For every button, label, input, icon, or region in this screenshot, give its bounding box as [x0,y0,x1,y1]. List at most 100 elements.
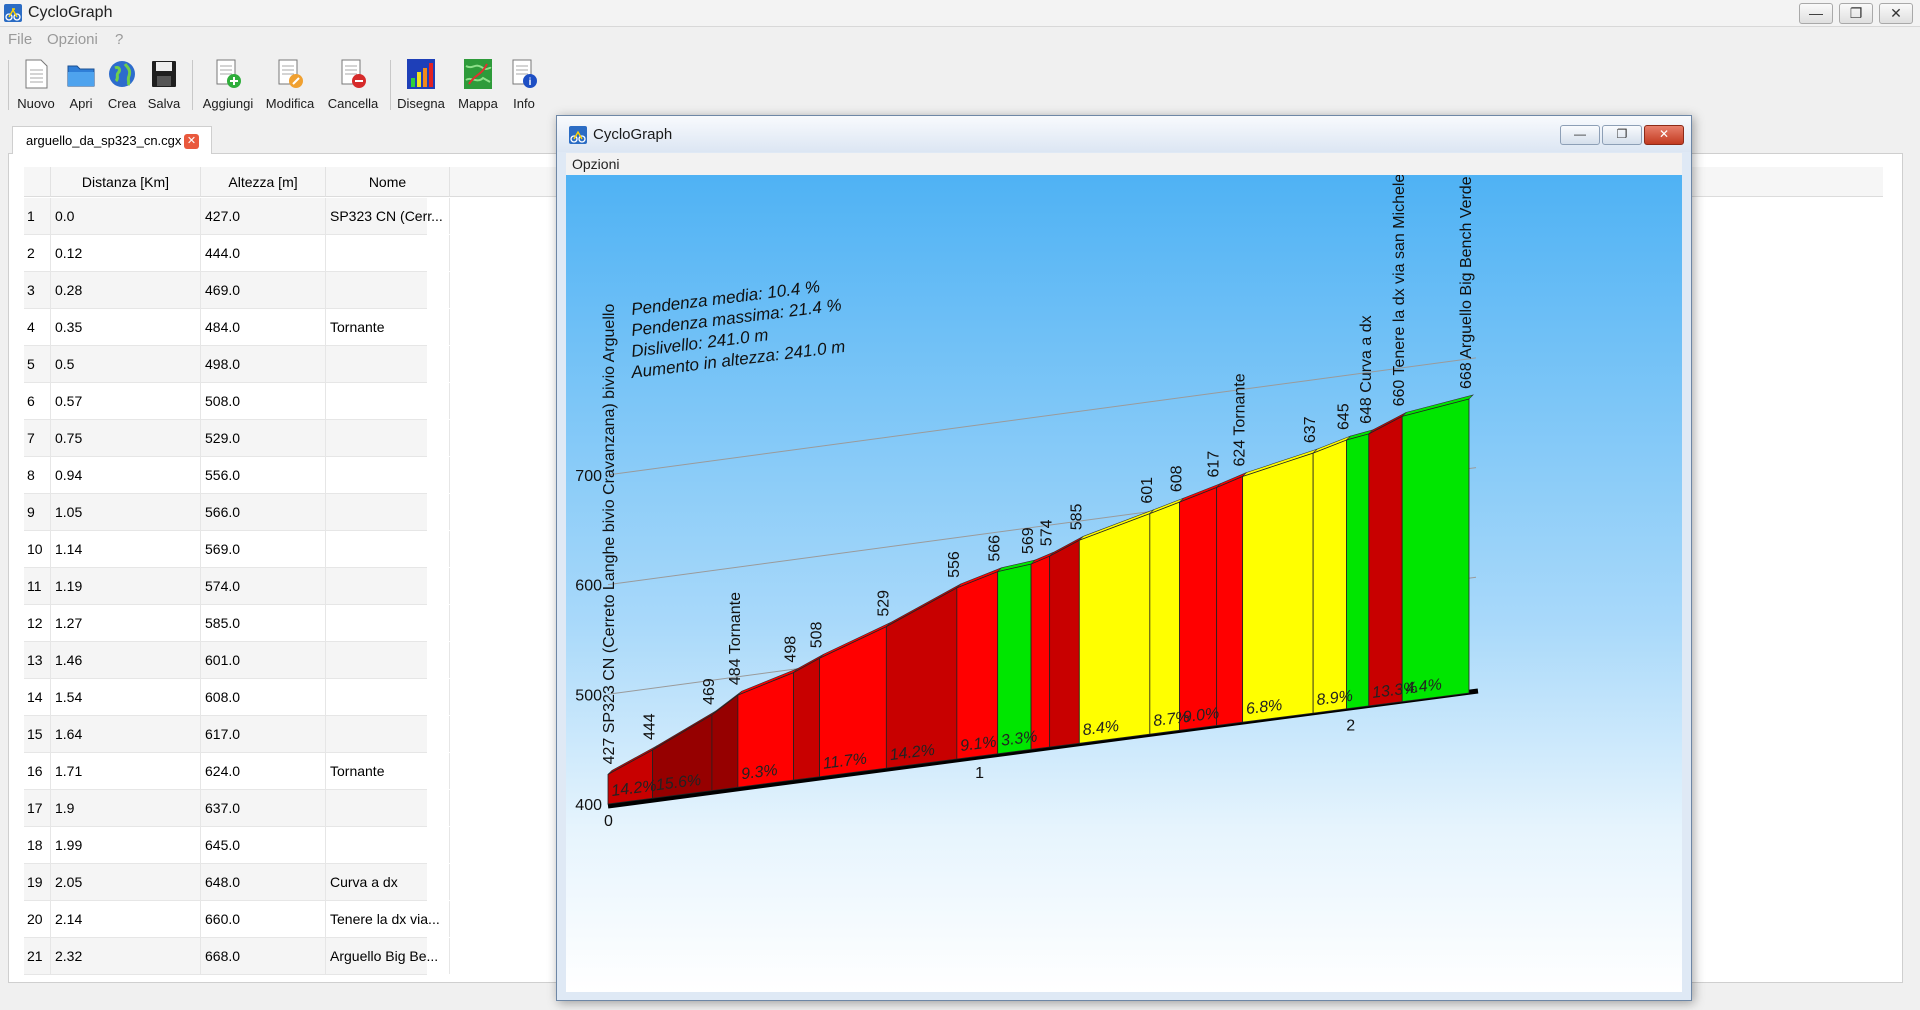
table-row[interactable]: 6 0.57 508.0 [24,383,450,420]
document-tab[interactable]: arguello_da_sp323_cn.cgx ✕ [12,126,212,154]
name-cell[interactable] [326,457,450,493]
chart-restore-button[interactable]: ❐ [1602,125,1642,145]
name-cell[interactable] [326,420,450,456]
altitude-cell[interactable]: 645.0 [201,827,326,863]
distance-cell[interactable]: 1.9 [51,790,201,826]
close-button[interactable]: ✕ [1879,3,1913,24]
table-row[interactable]: 7 0.75 529.0 [24,420,450,457]
altitude-cell[interactable]: 508.0 [201,383,326,419]
distance-cell[interactable]: 2.05 [51,864,201,900]
name-cell[interactable] [326,827,450,863]
table-row[interactable]: 15 1.64 617.0 [24,716,450,753]
distance-cell[interactable]: 1.54 [51,679,201,715]
name-cell[interactable]: Curva a dx [326,864,450,900]
table-row[interactable]: 8 0.94 556.0 [24,457,450,494]
distance-cell[interactable]: 0.75 [51,420,201,456]
name-cell[interactable] [326,716,450,752]
distance-cell[interactable]: 0.57 [51,383,201,419]
table-row[interactable]: 5 0.5 498.0 [24,346,450,383]
column-header-name[interactable]: Nome [326,167,450,197]
distance-cell[interactable]: 0.94 [51,457,201,493]
altitude-cell[interactable]: 574.0 [201,568,326,604]
altitude-cell[interactable]: 498.0 [201,346,326,382]
altitude-cell[interactable]: 566.0 [201,494,326,530]
name-cell[interactable]: Tornante [326,309,450,345]
altitude-cell[interactable]: 601.0 [201,642,326,678]
distance-cell[interactable]: 2.32 [51,938,201,974]
altitude-cell[interactable]: 585.0 [201,605,326,641]
create-button[interactable]: Crea [104,58,140,114]
name-cell[interactable] [326,605,450,641]
name-cell[interactable] [326,272,450,308]
map-button[interactable]: Mappa [454,58,502,114]
close-tab-icon[interactable]: ✕ [184,134,199,149]
name-cell[interactable] [326,679,450,715]
altitude-cell[interactable]: 444.0 [201,235,326,271]
table-row[interactable]: 16 1.71 624.0 Tornante [24,753,450,790]
chart-window-title-bar[interactable]: CycloGraph — ❐ ✕ [557,116,1691,152]
distance-cell[interactable]: 0.35 [51,309,201,345]
add-button[interactable]: Aggiungi [200,58,256,114]
distance-cell[interactable]: 1.19 [51,568,201,604]
minimize-button[interactable]: — [1799,3,1833,24]
name-cell[interactable] [326,383,450,419]
distance-cell[interactable]: 1.64 [51,716,201,752]
info-button[interactable]: i Info [508,58,540,114]
delete-button[interactable]: Cancella [324,58,382,114]
name-cell[interactable] [326,346,450,382]
chart-menu-options[interactable]: Opzioni [572,156,619,172]
altitude-cell[interactable]: 668.0 [201,938,326,974]
name-cell[interactable]: Arguello Big Be... [326,938,450,974]
altitude-cell[interactable]: 617.0 [201,716,326,752]
name-cell[interactable] [326,642,450,678]
chart-close-button[interactable]: ✕ [1644,125,1684,145]
menu-options[interactable]: Opzioni [47,31,98,48]
menu-help[interactable]: ? [115,31,123,48]
restore-button[interactable]: ❐ [1839,3,1873,24]
distance-cell[interactable]: 0.28 [51,272,201,308]
name-cell[interactable]: Tenere la dx via... [326,901,450,937]
name-cell[interactable] [326,235,450,271]
column-header-altitude[interactable]: Altezza [m] [201,167,326,197]
table-row[interactable]: 13 1.46 601.0 [24,642,450,679]
name-cell[interactable]: SP323 CN (Cerr... [326,198,450,234]
open-button[interactable]: Apri [64,58,98,114]
altitude-cell[interactable]: 529.0 [201,420,326,456]
distance-cell[interactable]: 1.05 [51,494,201,530]
table-row[interactable]: 20 2.14 660.0 Tenere la dx via... [24,901,450,938]
distance-cell[interactable]: 1.99 [51,827,201,863]
table-row[interactable]: 11 1.19 574.0 [24,568,450,605]
table-row[interactable]: 19 2.05 648.0 Curva a dx [24,864,450,901]
altitude-cell[interactable]: 660.0 [201,901,326,937]
menu-file[interactable]: File [8,31,32,48]
table-row[interactable]: 21 2.32 668.0 Arguello Big Be... [24,938,450,975]
name-cell[interactable]: Tornante [326,753,450,789]
table-row[interactable]: 1 0.0 427.0 SP323 CN (Cerr... [24,198,450,235]
chart-minimize-button[interactable]: — [1560,125,1600,145]
table-row[interactable]: 4 0.35 484.0 Tornante [24,309,450,346]
altitude-cell[interactable]: 427.0 [201,198,326,234]
distance-cell[interactable]: 1.14 [51,531,201,567]
altitude-cell[interactable]: 469.0 [201,272,326,308]
table-row[interactable]: 9 1.05 566.0 [24,494,450,531]
new-button[interactable]: Nuovo [16,58,56,114]
distance-cell[interactable]: 0.5 [51,346,201,382]
distance-cell[interactable]: 0.12 [51,235,201,271]
altitude-cell[interactable]: 484.0 [201,309,326,345]
altitude-cell[interactable]: 556.0 [201,457,326,493]
name-cell[interactable] [326,568,450,604]
table-row[interactable]: 2 0.12 444.0 [24,235,450,272]
edit-button[interactable]: Modifica [262,58,318,114]
distance-cell[interactable]: 1.71 [51,753,201,789]
distance-cell[interactable]: 1.27 [51,605,201,641]
table-row[interactable]: 14 1.54 608.0 [24,679,450,716]
table-row[interactable]: 18 1.99 645.0 [24,827,450,864]
altitude-cell[interactable]: 648.0 [201,864,326,900]
table-row[interactable]: 10 1.14 569.0 [24,531,450,568]
altitude-cell[interactable]: 608.0 [201,679,326,715]
table-row[interactable]: 17 1.9 637.0 [24,790,450,827]
distance-cell[interactable]: 2.14 [51,901,201,937]
column-header-distance[interactable]: Distanza [Km] [51,167,201,197]
name-cell[interactable] [326,531,450,567]
save-button[interactable]: Salva [146,58,182,114]
